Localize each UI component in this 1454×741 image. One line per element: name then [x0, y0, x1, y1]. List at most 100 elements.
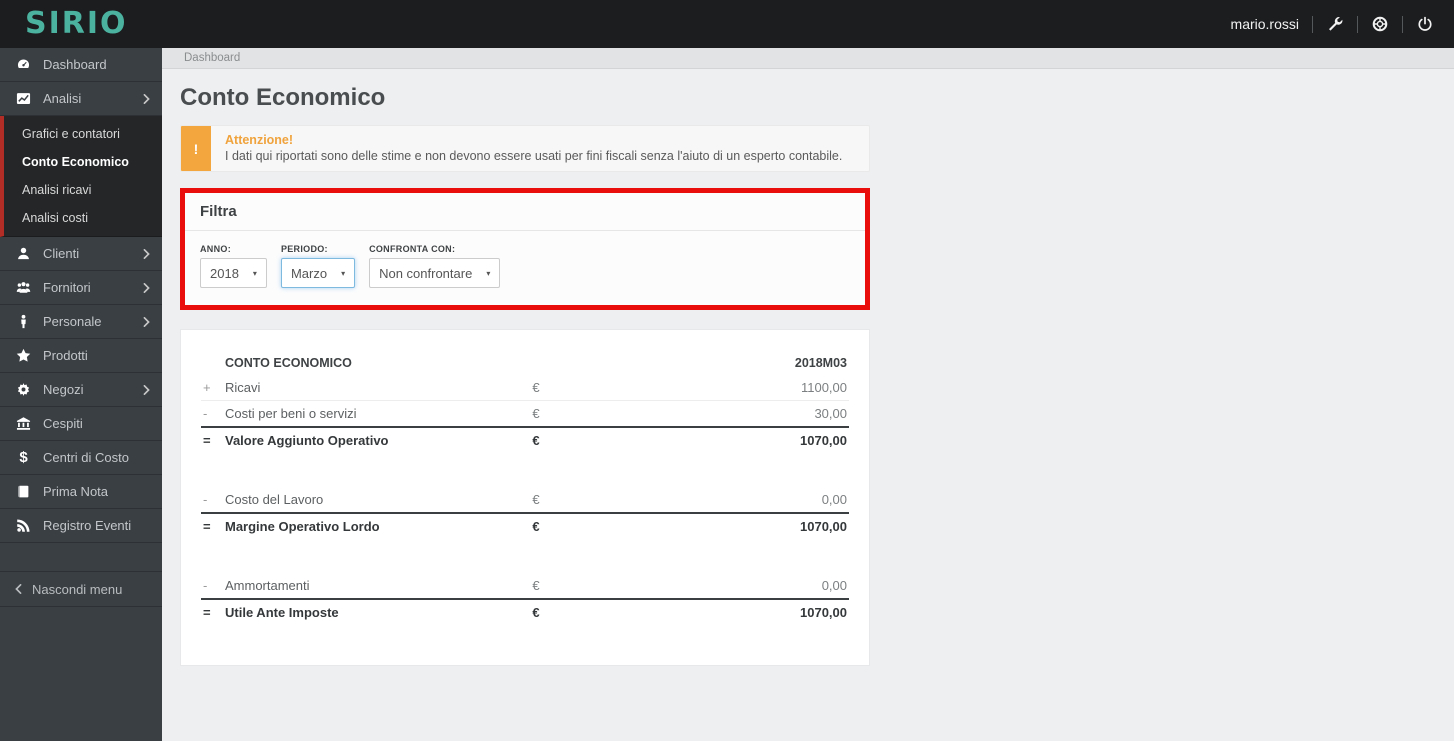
chevron-left-icon [15, 582, 32, 597]
filter-field-periodo: PERIODO: Marzo ▾ [280, 244, 356, 288]
sidebar-item-prima-nota[interactable]: Prima Nota [0, 475, 162, 509]
power-icon[interactable] [1416, 15, 1434, 33]
alert-body: Attenzione! I dati qui riportati sono de… [211, 126, 856, 171]
row-label: Utile Ante Imposte [223, 598, 432, 625]
panel-column: ! Attenzione! I dati qui riportati sono … [162, 125, 870, 666]
row-sign: - [201, 400, 223, 428]
breadcrumb-bar: Dashboard [162, 48, 1454, 69]
caret-down-icon: ▾ [252, 268, 257, 278]
sidebar-item-dashboard[interactable]: Dashboard [0, 48, 162, 82]
page-title: Conto Economico [180, 84, 386, 111]
sidebar-item-cespiti[interactable]: Cespiti [0, 407, 162, 441]
sign-column-header [201, 351, 223, 375]
row-currency: € [431, 598, 641, 625]
main-area: Dashboard Analisi Grafici e contatori Con… [0, 48, 1454, 741]
submenu-item-conto-economico[interactable]: Conto Economico [4, 148, 162, 176]
sidebar-item-label: Cespiti [43, 416, 83, 431]
sidebar-item-label: Registro Eventi [43, 518, 132, 533]
row-sign: = [201, 426, 223, 453]
sidebar-item-label: Negozi [43, 382, 84, 397]
table-row-costo-del-lavoro: - Costo del Lavoro € 0,00 [201, 487, 849, 514]
warning-alert: ! Attenzione! I dati qui riportati sono … [180, 125, 870, 172]
row-value: 0,00 [640, 573, 849, 600]
submenu-item-analisi-ricavi[interactable]: Analisi ricavi [4, 176, 162, 204]
dashboard-icon [15, 57, 32, 72]
sidebar-item-label: Personale [43, 314, 102, 329]
person-icon [15, 314, 32, 329]
divider [1357, 15, 1358, 33]
row-currency: € [431, 375, 641, 401]
chevron-right-icon [143, 316, 150, 327]
table-row-valore-aggiunto-operativo: = Valore Aggiunto Operativo € 1070,00 [201, 426, 849, 453]
periodo-select[interactable]: Marzo ▾ [280, 258, 356, 288]
sidebar-item-negozi[interactable]: Negozi [0, 373, 162, 407]
row-sign: - [201, 487, 223, 514]
table-body: + Ricavi € 1100,00 - Costi per beni o se… [201, 375, 849, 625]
rss-icon [15, 518, 32, 533]
table-row-costi-per-beni-o-servizi: - Costi per beni o servizi € 30,00 [201, 400, 849, 428]
alert-title: Attenzione! [225, 133, 294, 147]
alert-text: I dati qui riportati sono delle stime e … [225, 149, 843, 163]
divider [1402, 15, 1403, 33]
sidebar-item-centri-di-costo[interactable]: $ Centri di Costo [0, 441, 162, 475]
row-label: Ricavi [223, 375, 432, 401]
anno-select[interactable]: 2018 ▾ [200, 258, 267, 288]
username[interactable]: mario.rossi [1231, 16, 1299, 32]
income-statement-panel: CONTO ECONOMICO 2018M03 + Ricavi € 1100,… [180, 329, 870, 666]
app-window: SIRIO mario.rossi Dashboard Analisi Graf… [0, 0, 1454, 741]
row-currency: € [431, 487, 641, 514]
row-sign: = [201, 598, 223, 625]
row-currency: € [431, 400, 641, 428]
collapse-menu-button[interactable]: Nascondi menu [0, 571, 162, 607]
row-label: Margine Operativo Lordo [223, 512, 432, 539]
filter-fields: ANNO: 2018 ▾ PERIODO: Marzo ▾ CONFRONTA … [185, 231, 865, 305]
row-currency: € [431, 426, 641, 453]
sidebar-item-label: Analisi [43, 91, 82, 106]
content: Dashboard Conto Economico ! Attenzione! … [162, 48, 1454, 741]
sirio-logo[interactable]: SIRIO [25, 9, 128, 39]
filter-field-label: PERIODO: [280, 244, 328, 254]
user-icon [15, 246, 32, 261]
sidebar-item-label: Fornitori [43, 280, 91, 295]
submenu-item-grafici-e-contatori[interactable]: Grafici e contatori [4, 120, 162, 148]
confronta-con-select[interactable]: Non confrontare ▾ [369, 258, 501, 288]
sidebar-item-analisi[interactable]: Analisi [0, 82, 162, 116]
table-row-ammortamenti: - Ammortamenti € 0,00 [201, 573, 849, 600]
row-currency: € [431, 573, 641, 600]
sidebar-item-clienti[interactable]: Clienti [0, 237, 162, 271]
lifering-icon[interactable] [1371, 15, 1389, 33]
sidebar-submenu: Grafici e contatori Conto Economico Analis… [0, 116, 162, 237]
income-statement-table: CONTO ECONOMICO 2018M03 + Ricavi € 1100,… [201, 351, 849, 625]
chevron-right-icon [143, 384, 150, 395]
users-icon [15, 280, 32, 295]
filter-panel-highlighted: Filtra ANNO: 2018 ▾ PERIODO: Marzo ▾ CON… [180, 188, 870, 310]
row-label: Costi per beni o servizi [223, 400, 432, 428]
row-sign: + [201, 375, 223, 401]
sidebar-item-personale[interactable]: Personale [0, 305, 162, 339]
chevron-right-icon [143, 93, 150, 104]
submenu-item-analisi-costi[interactable]: Analisi costi [4, 204, 162, 232]
sidebar-nav: Dashboard Analisi Grafici e contatori Con… [0, 48, 162, 543]
select-value: Non confrontare [379, 265, 473, 281]
filter-field-label: CONFRONTA CON: [369, 244, 456, 254]
row-value: 1100,00 [640, 375, 849, 401]
sidebar-item-prodotti[interactable]: Prodotti [0, 339, 162, 373]
caret-down-icon: ▾ [486, 268, 491, 278]
book-icon [15, 484, 32, 499]
breadcrumb[interactable]: Dashboard [184, 52, 240, 64]
filter-field-confronta-con: CONFRONTA CON: Non confrontare ▾ [369, 244, 501, 288]
table-spacer-row [201, 539, 849, 573]
row-label: Costo del Lavoro [223, 487, 432, 514]
sidebar-item-fornitori[interactable]: Fornitori [0, 271, 162, 305]
sidebar-item-registro-eventi[interactable]: Registro Eventi [0, 509, 162, 543]
select-value: 2018 [210, 265, 239, 281]
sidebar: Dashboard Analisi Grafici e contatori Con… [0, 48, 162, 741]
wrench-icon[interactable] [1326, 15, 1344, 33]
row-sign: = [201, 512, 223, 539]
bank-icon [15, 416, 32, 431]
filter-field-label: ANNO: [200, 244, 231, 254]
select-value: Marzo [290, 265, 328, 281]
filter-field-anno: ANNO: 2018 ▾ [200, 244, 267, 288]
filter-title: Filtra [200, 203, 237, 220]
